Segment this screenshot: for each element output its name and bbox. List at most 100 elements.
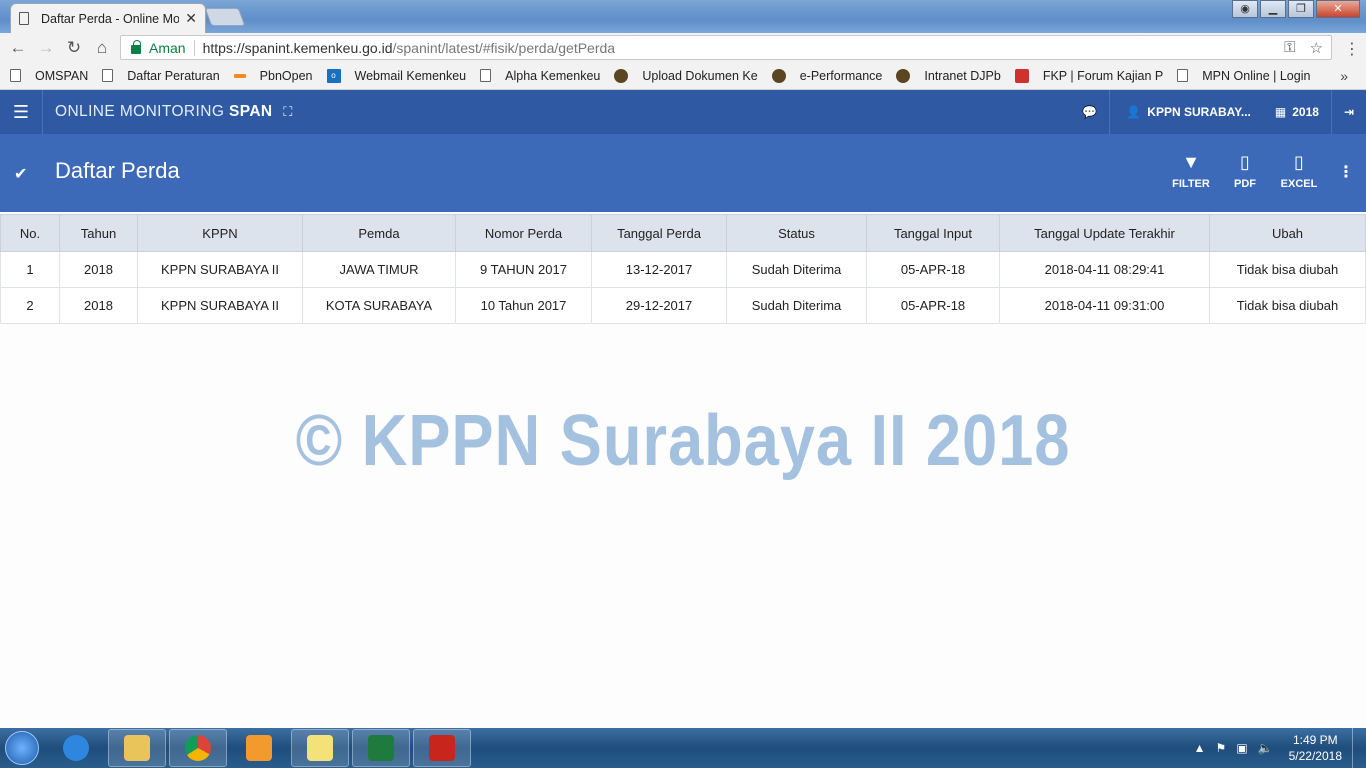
- new-tab-button[interactable]: [204, 8, 246, 26]
- minimize-button[interactable]: ▁: [1260, 0, 1286, 18]
- filter-button[interactable]: ▼ FILTER: [1164, 152, 1218, 190]
- table-cell: Tidak bisa diubah: [1209, 251, 1366, 288]
- start-button[interactable]: [0, 728, 44, 768]
- column-header[interactable]: No.: [0, 214, 60, 252]
- bookmark-label: e-Performance: [799, 68, 883, 83]
- show-hidden-icons-icon[interactable]: ▲: [1194, 741, 1206, 755]
- binoculars-icon: ⛶: [283, 104, 293, 119]
- app-brand[interactable]: ONLINE MONITORING SPAN ⛶: [55, 103, 293, 121]
- acrobat-icon: [429, 735, 455, 761]
- outlook-icon: o: [326, 68, 341, 83]
- column-header[interactable]: Tahun: [59, 214, 138, 252]
- watermark: © KPPN Surabaya II 2018: [295, 401, 1071, 481]
- bookmark-label: Upload Dokumen Ke: [642, 68, 758, 83]
- taskbar-ie[interactable]: [47, 729, 105, 767]
- seal-icon: [771, 68, 786, 83]
- column-header[interactable]: KPPN: [137, 214, 303, 252]
- taskbar-chrome[interactable]: [169, 729, 227, 767]
- divider: [193, 39, 195, 56]
- flag-icon[interactable]: ⚑: [1216, 741, 1227, 755]
- more-options-icon[interactable]: ⋮: [1326, 152, 1366, 190]
- table-header-row: No. Tahun KPPN Pemda Nomor Perda Tanggal…: [0, 214, 1366, 252]
- chat-icon[interactable]: 💬: [1070, 90, 1109, 134]
- taskbar-excel[interactable]: [352, 729, 410, 767]
- browser-menu-icon[interactable]: ⋮: [1344, 39, 1360, 59]
- logout-icon[interactable]: ⇥: [1330, 90, 1366, 134]
- pdf-icon: ▯: [1240, 152, 1250, 172]
- bookmark-item[interactable]: Intranet DJPb: [896, 68, 1001, 83]
- taskbar-media[interactable]: [230, 729, 288, 767]
- bookmark-item[interactable]: PbnOpen: [233, 68, 313, 83]
- browser-tab[interactable]: Daftar Perda - Online Mo ✕: [10, 3, 206, 33]
- url-path: /spanint/latest/#fisik/perda/getPerda: [392, 39, 616, 56]
- forward-icon[interactable]: →: [32, 38, 60, 58]
- taskbar-acrobat[interactable]: [413, 729, 471, 767]
- page-icon: [1177, 69, 1189, 82]
- brand-prefix: ONLINE MONITORING: [55, 103, 225, 120]
- browser-toolbar: ← → ↻ ⌂ Aman https://spanint.kemenkeu.go…: [0, 33, 1366, 62]
- column-header[interactable]: Tanggal Input: [866, 214, 1000, 252]
- maximize-button[interactable]: ❐: [1288, 0, 1314, 18]
- table-row[interactable]: 2 2018 KPPN SURABAYA II KOTA SURABAYA 10…: [0, 287, 1366, 324]
- taskbar-explorer[interactable]: [108, 729, 166, 767]
- table-cell: 05-APR-18: [866, 287, 1000, 324]
- filter-label: FILTER: [1172, 178, 1210, 190]
- app-header: ☰ ONLINE MONITORING SPAN ⛶ 💬 👤 KPPN SURA…: [0, 90, 1366, 134]
- key-icon[interactable]: ⚿: [1284, 39, 1295, 57]
- bookmarks-more-icon[interactable]: »: [1340, 68, 1348, 84]
- star-icon[interactable]: ☆: [1310, 39, 1323, 57]
- close-window-button[interactable]: ✕: [1316, 0, 1360, 18]
- column-header[interactable]: Tanggal Update Terakhir: [999, 214, 1210, 252]
- column-header[interactable]: Pemda: [302, 214, 456, 252]
- back-icon[interactable]: ←: [4, 38, 32, 58]
- windows-logo-icon: [5, 731, 39, 765]
- tab-title: Daftar Perda - Online Mo: [41, 11, 180, 26]
- table-cell: 05-APR-18: [866, 251, 1000, 288]
- column-header[interactable]: Tanggal Perda: [591, 214, 727, 252]
- network-icon[interactable]: ▣: [1236, 741, 1247, 755]
- secure-label: Aman: [149, 39, 186, 56]
- home-icon[interactable]: ⌂: [88, 38, 116, 58]
- tab-close-icon[interactable]: ✕: [185, 10, 197, 27]
- table-cell: 1: [0, 251, 60, 288]
- show-desktop-button[interactable]: [1352, 728, 1366, 768]
- bookmark-item[interactable]: MPN Online | Login: [1177, 69, 1310, 83]
- column-header[interactable]: Status: [726, 214, 867, 252]
- taskbar-sticky[interactable]: [291, 729, 349, 767]
- bookmark-label: PbnOpen: [259, 68, 313, 83]
- hamburger-menu-icon[interactable]: ☰: [0, 90, 43, 134]
- bookmark-item[interactable]: FKP | Forum Kajian P: [1014, 68, 1163, 83]
- excel-button[interactable]: ▯ EXCEL: [1272, 152, 1326, 190]
- bookmark-item[interactable]: Daftar Peraturan: [102, 69, 220, 83]
- browser-tab-strip: Daftar Perda - Online Mo ✕ ◉ ▁ ❐ ✕: [0, 0, 1366, 33]
- page-title: Daftar Perda: [55, 158, 180, 183]
- clock-date: 5/22/2018: [1288, 749, 1342, 763]
- volume-icon[interactable]: 🔈: [1258, 741, 1273, 755]
- table-row[interactable]: 1 2018 KPPN SURABAYA II JAWA TIMUR 9 TAH…: [0, 251, 1366, 288]
- column-header[interactable]: Ubah: [1209, 214, 1366, 252]
- user-icon: 👤: [1126, 105, 1142, 119]
- bookmark-label: Intranet DJPb: [924, 68, 1001, 83]
- clock[interactable]: 1:49 PM 5/22/2018: [1289, 732, 1342, 764]
- bookmark-item[interactable]: e-Performance: [771, 68, 883, 83]
- bookmark-label: Webmail Kemenkeu: [354, 68, 467, 83]
- bookmark-item[interactable]: Upload Dokumen Ke: [614, 68, 758, 83]
- pdf-button[interactable]: ▯ PDF: [1218, 152, 1272, 190]
- sticky-notes-icon: [307, 735, 333, 761]
- reload-icon[interactable]: ↻: [60, 38, 88, 58]
- address-bar[interactable]: Aman https://spanint.kemenkeu.go.id /spa…: [120, 35, 1332, 60]
- bookmark-item[interactable]: OMSPAN: [10, 69, 88, 83]
- page-icon: [480, 69, 492, 82]
- year-selector[interactable]: ▦ 2018: [1263, 90, 1331, 134]
- bookmark-item[interactable]: Alpha Kemenkeu: [480, 69, 600, 83]
- user-menu[interactable]: 👤 KPPN SURABAY...: [1109, 90, 1263, 134]
- perda-table-container: No. Tahun KPPN Pemda Nomor Perda Tanggal…: [0, 214, 1366, 324]
- table-cell: 2018: [59, 251, 138, 288]
- table-cell: 2018-04-11 08:29:41: [999, 251, 1210, 288]
- bookmark-item[interactable]: o Webmail Kemenkeu: [326, 68, 467, 83]
- user-icon[interactable]: ◉: [1232, 0, 1258, 18]
- brand-bold: SPAN: [229, 103, 273, 120]
- bookmarks-bar: OMSPAN Daftar Peraturan PbnOpen o Webmail…: [0, 62, 1366, 90]
- bookmark-label: OMSPAN: [35, 68, 89, 83]
- column-header[interactable]: Nomor Perda: [455, 214, 592, 252]
